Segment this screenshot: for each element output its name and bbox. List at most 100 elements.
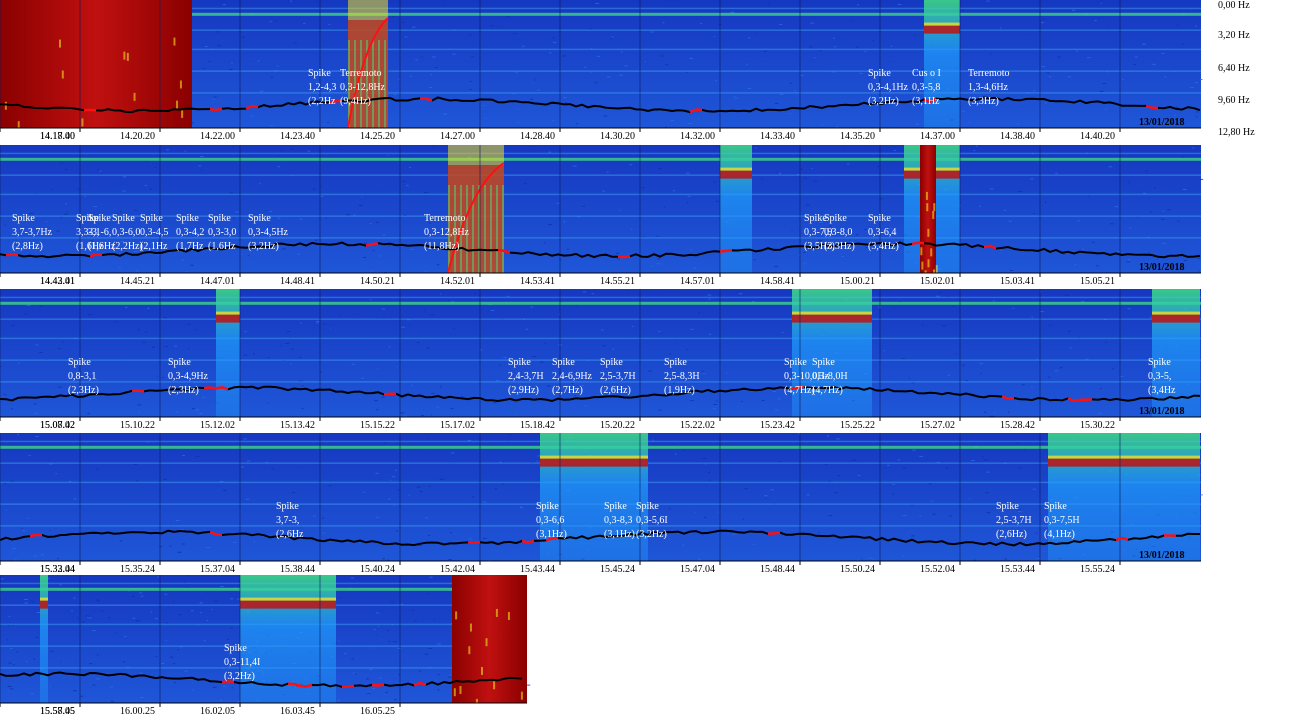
saturated-spot [126, 52, 129, 61]
noise-speck [736, 291, 738, 293]
noise-speck [1065, 294, 1069, 296]
noise-speck [199, 413, 203, 414]
noise-speck [1069, 347, 1072, 349]
noise-speck [93, 206, 98, 208]
noise-speck [362, 491, 365, 493]
noise-speck [548, 224, 552, 226]
noise-speck [641, 187, 646, 189]
noise-speck [164, 593, 168, 595]
noise-speck [259, 183, 261, 185]
noise-speck [513, 33, 517, 34]
noise-speck [409, 75, 413, 77]
annotation-label: 0,3-4,2 [176, 227, 204, 238]
noise-speck [961, 364, 966, 366]
noise-speck [10, 688, 14, 690]
activity-band [792, 289, 872, 417]
noise-speck [437, 674, 440, 676]
noise-speck [1016, 442, 1020, 444]
noise-speck [713, 181, 717, 183]
noise-speck [381, 308, 386, 310]
annotation-label: Cus o I [912, 68, 941, 79]
noise-speck [395, 530, 399, 532]
time-tick-label: 16.00.25 [120, 706, 155, 715]
noise-speck [316, 321, 320, 322]
noise-speck [572, 165, 577, 167]
noise-speck [552, 37, 555, 39]
noise-speck [713, 36, 716, 38]
noise-speck [774, 102, 779, 104]
noise-speck [800, 74, 804, 76]
noise-speck [26, 661, 28, 663]
noise-speck [110, 392, 112, 394]
noise-speck [195, 329, 197, 331]
noise-speck [73, 597, 76, 599]
noise-speck [34, 555, 37, 557]
noise-speck [1153, 187, 1157, 189]
noise-speck [596, 55, 600, 57]
noise-speck [96, 654, 99, 656]
noise-speck [24, 313, 28, 315]
annotation-label: Spike [1044, 501, 1067, 512]
noise-speck [433, 619, 435, 621]
time-tick-label: 16.03.45 [280, 706, 315, 715]
noise-speck [58, 348, 61, 350]
freq-label-1: 3,20 Hz [1218, 30, 1250, 41]
noise-speck [1126, 261, 1130, 263]
noise-speck [382, 558, 385, 560]
activity-band [540, 433, 592, 561]
annotation-label: 0,3-12,8Hz [424, 227, 470, 238]
noise-speck [921, 324, 924, 326]
noise-speck [388, 498, 391, 500]
annotation-label: (3,4Hz) [868, 241, 899, 252]
noise-speck [313, 515, 316, 517]
noise-speck [919, 515, 922, 517]
noise-speck [58, 386, 63, 388]
time-tick-label: 15.38.44 [280, 564, 315, 575]
noise-speck [1047, 376, 1051, 378]
noise-speck [85, 615, 90, 617]
saturated-spot [58, 39, 61, 48]
quake-stripe [496, 185, 498, 273]
noise-speck [1042, 550, 1045, 552]
noise-speck [3, 394, 6, 396]
noise-speck [139, 697, 144, 698]
time-tick-label: 15.47.04 [680, 564, 715, 575]
noise-speck [859, 72, 863, 74]
noise-speck [539, 361, 544, 363]
annotation-label: (3,4Hz [1148, 385, 1176, 396]
noise-speck [1082, 248, 1084, 250]
noise-speck [716, 511, 718, 513]
time-tick-label: 15.43.44 [520, 564, 555, 575]
time-tick-label: 14.33.40 [760, 131, 795, 142]
noise-speck [440, 293, 442, 295]
noise-speck [388, 245, 391, 247]
frequency-trace-highlight [719, 249, 733, 253]
noise-speck [498, 364, 501, 366]
noise-speck [233, 542, 237, 543]
noise-speck [1044, 201, 1047, 203]
time-tick-label: 15.37.04 [200, 564, 235, 575]
noise-speck [421, 56, 423, 58]
harmonic-line [0, 337, 1201, 340]
noise-speck [92, 630, 96, 632]
noise-speck [1008, 411, 1010, 413]
noise-speck [1133, 64, 1137, 66]
noise-speck [755, 32, 757, 34]
noise-speck [589, 28, 592, 29]
noise-speck [768, 3, 770, 5]
noise-speck [350, 577, 355, 579]
freq-label-4: 12,80 Hz [1218, 127, 1255, 138]
annotation-label: 2,4-6,9Hz [552, 371, 593, 382]
noise-speck [911, 535, 915, 537]
noise-speck [177, 551, 182, 553]
noise-speck [837, 475, 840, 477]
time-tick-label: 16.05.25 [360, 706, 395, 715]
harmonic-line [0, 301, 1201, 305]
noise-speck [424, 653, 429, 655]
noise-speck [7, 625, 10, 626]
annotation-label: 0,3-4,5 [140, 227, 168, 238]
noise-speck [277, 217, 281, 219]
noise-speck [162, 377, 164, 378]
frequency-trace-highlight [203, 386, 217, 390]
annotation-label: 1,3-4,6Hz [968, 82, 1009, 93]
